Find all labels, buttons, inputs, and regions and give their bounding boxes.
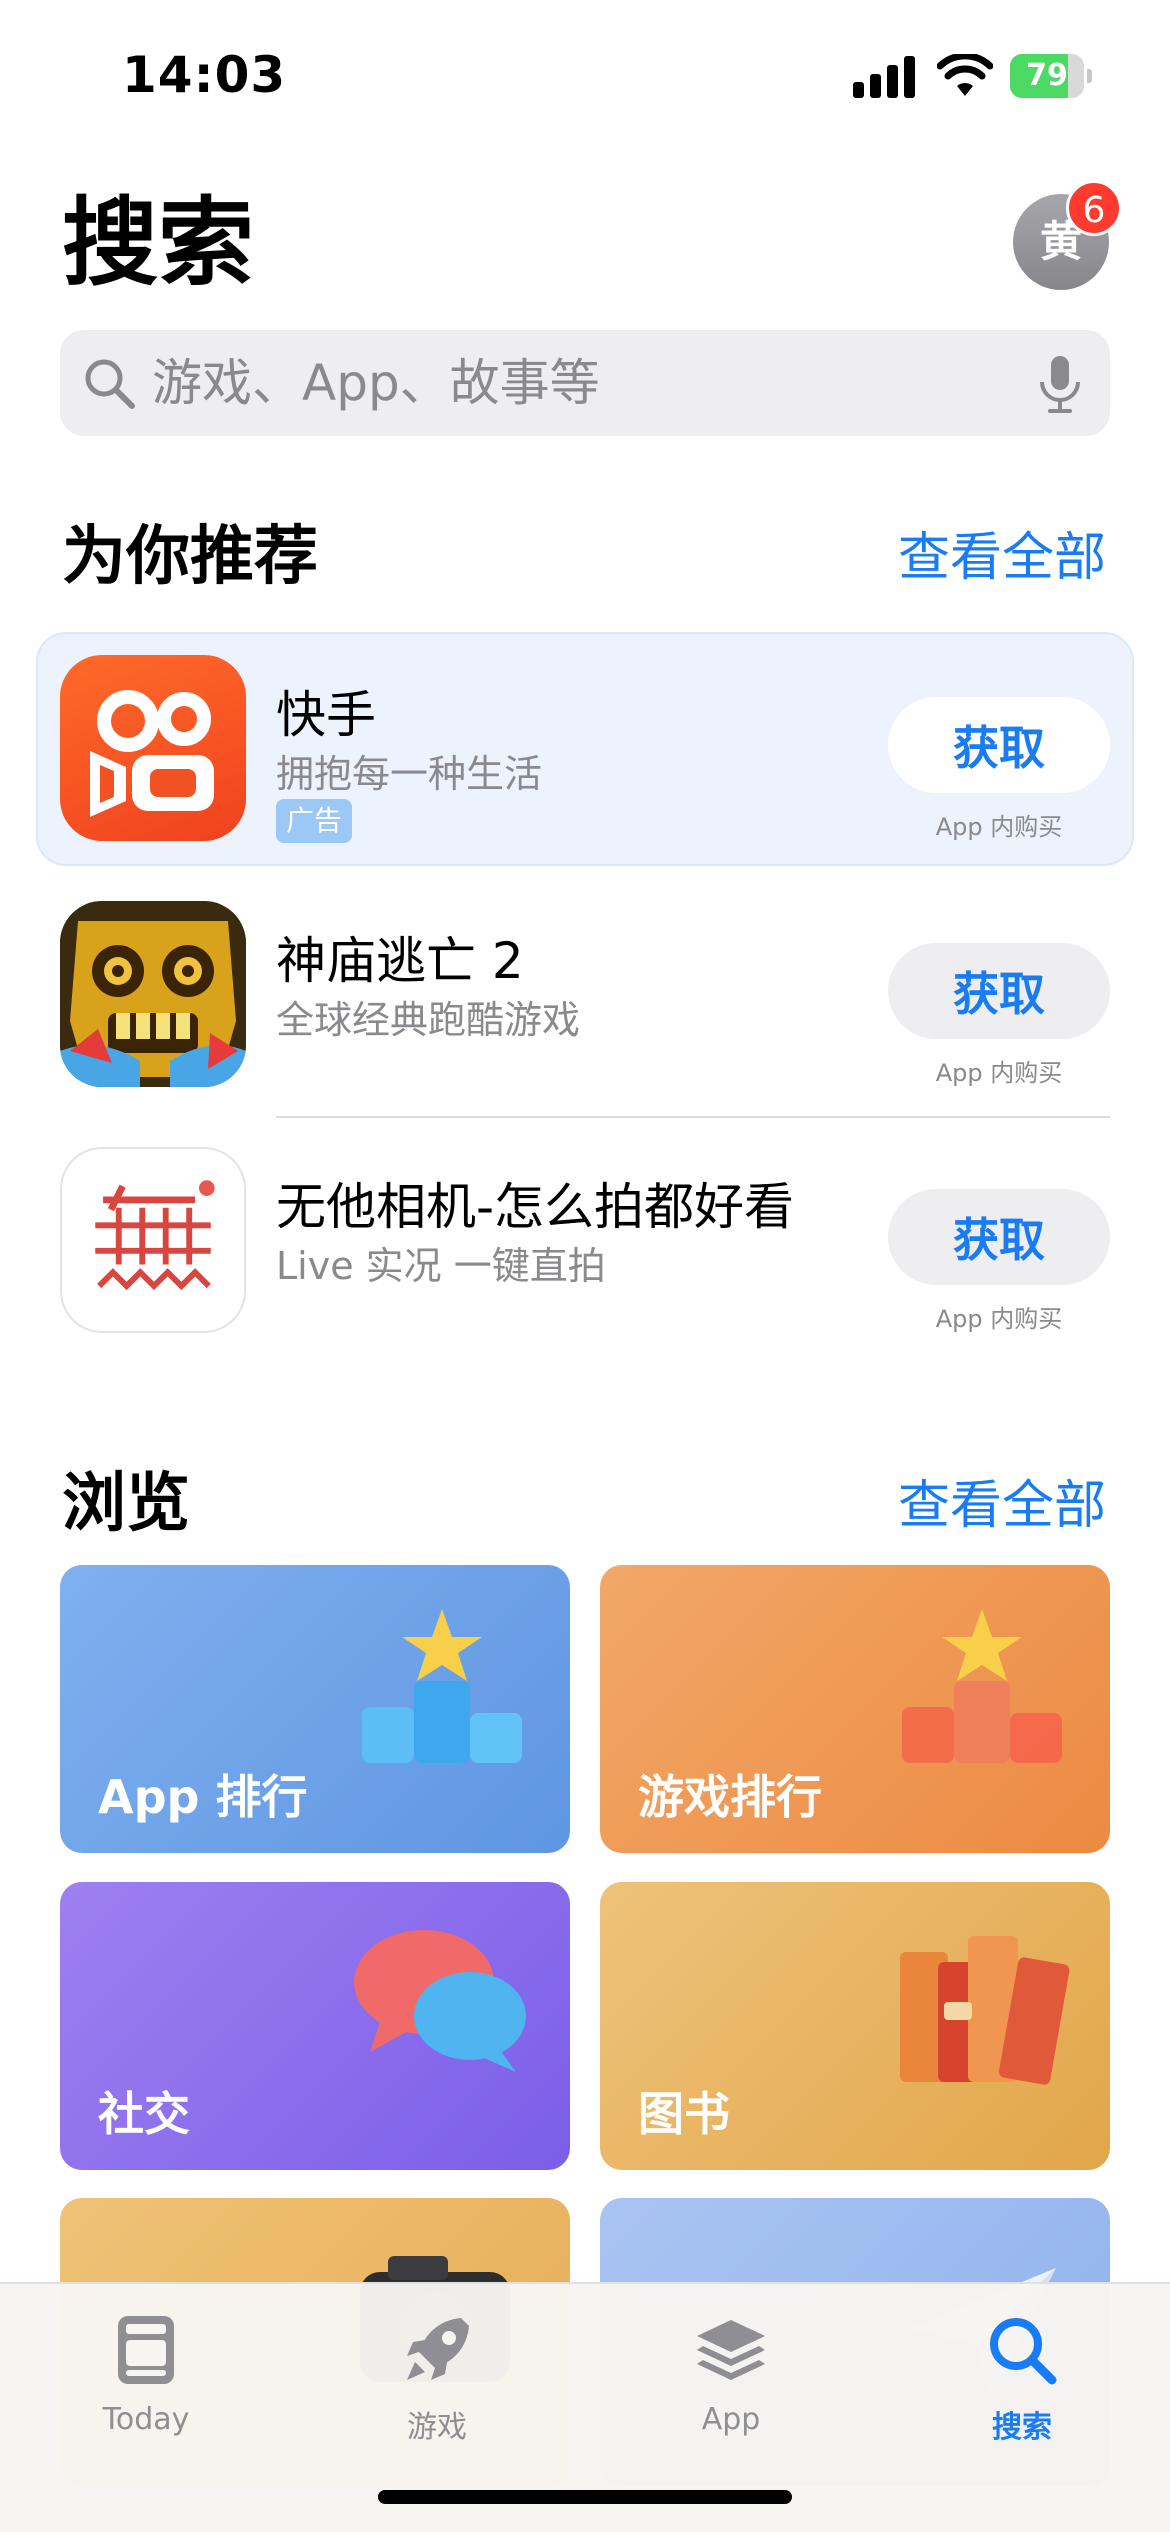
app-subtitle: Live 实况 一键直拍 bbox=[276, 1244, 606, 1288]
tile-label: 社交 bbox=[98, 2087, 190, 2141]
page-title: 搜索 bbox=[62, 187, 254, 299]
notification-badge: 6 bbox=[1066, 180, 1122, 236]
browse-section-title: 浏览 bbox=[62, 1467, 190, 1541]
microphone-icon[interactable] bbox=[1038, 354, 1082, 414]
podium-star-icon bbox=[362, 1609, 522, 1763]
in-app-purchase-note: App 内购买 bbox=[935, 813, 1063, 841]
wuta-camera-icon bbox=[60, 1147, 246, 1333]
get-button[interactable]: 获取 bbox=[888, 697, 1110, 793]
tab-label: 游戏 bbox=[407, 2410, 467, 2445]
browse-tile-books[interactable]: 图书 bbox=[600, 1882, 1110, 2170]
app-row-kuaishou[interactable]: 快手 拥抱每一种生活 广告 获取 App 内购买 bbox=[60, 655, 1110, 845]
app-row-temple-run[interactable]: 神庙逃亡 2 全球经典跑酷游戏 获取 App 内购买 bbox=[60, 901, 1110, 1091]
books-icon bbox=[900, 1936, 1070, 2085]
cellular-signal-icon bbox=[853, 56, 915, 98]
browse-tile-game-charts[interactable]: 游戏排行 bbox=[600, 1565, 1110, 1853]
status-bar: 14:03 79 bbox=[0, 0, 1170, 150]
app-subtitle: 拥抱每一种生活 bbox=[276, 752, 543, 796]
recommended-see-all-link[interactable]: 查看全部 bbox=[898, 515, 1106, 590]
tab-apps[interactable]: App bbox=[631, 2298, 831, 2458]
get-button[interactable]: 获取 bbox=[888, 943, 1110, 1039]
app-name: 无他相机-怎么拍都好看 bbox=[276, 1178, 795, 1236]
wifi-icon bbox=[937, 54, 993, 96]
app-name: 快手 bbox=[276, 686, 376, 744]
row-divider bbox=[276, 1116, 1110, 1118]
tile-label: 图书 bbox=[638, 2087, 730, 2141]
home-indicator bbox=[378, 2490, 792, 2504]
tab-label: 搜索 bbox=[992, 2410, 1052, 2445]
rocket-icon bbox=[407, 2318, 469, 2380]
get-button[interactable]: 获取 bbox=[888, 1189, 1110, 1285]
in-app-purchase-note: App 内购买 bbox=[935, 1305, 1063, 1333]
tab-search[interactable]: 搜索 bbox=[922, 2298, 1122, 2458]
tab-today[interactable]: Today bbox=[46, 2298, 246, 2458]
today-icon bbox=[118, 2316, 174, 2384]
chat-bubbles-icon bbox=[354, 1930, 526, 2072]
search-bar[interactable] bbox=[60, 330, 1110, 436]
app-name: 神庙逃亡 2 bbox=[276, 932, 524, 990]
tile-label: App 排行 bbox=[98, 1770, 308, 1824]
battery-indicator: 79 bbox=[1010, 54, 1092, 98]
status-time: 14:03 bbox=[122, 46, 287, 104]
tab-games[interactable]: 游戏 bbox=[337, 2298, 537, 2458]
tab-label: App bbox=[701, 2402, 761, 2437]
browse-see-all-link[interactable]: 查看全部 bbox=[898, 1463, 1106, 1538]
search-input[interactable] bbox=[152, 330, 1012, 436]
ad-badge: 广告 bbox=[276, 799, 353, 843]
tile-label: 游戏排行 bbox=[638, 1770, 822, 1824]
podium-star-icon bbox=[902, 1609, 1062, 1763]
search-icon bbox=[85, 359, 135, 409]
recommended-section-title: 为你推荐 bbox=[62, 520, 318, 594]
layers-icon bbox=[697, 2320, 765, 2380]
browse-tile-app-charts[interactable]: App 排行 bbox=[60, 1565, 570, 1853]
in-app-purchase-note: App 内购买 bbox=[935, 1059, 1063, 1087]
search-icon bbox=[990, 2318, 1057, 2385]
tab-label: Today bbox=[102, 2402, 190, 2437]
battery-percent: 79 bbox=[1026, 58, 1068, 93]
app-row-wuta-camera[interactable]: 无他相机-怎么拍都好看 Live 实况 一键直拍 获取 App 内购买 bbox=[60, 1147, 1110, 1337]
temple-run-icon bbox=[60, 901, 246, 1087]
app-subtitle: 全球经典跑酷游戏 bbox=[276, 998, 581, 1042]
kuaishou-icon bbox=[60, 655, 246, 841]
browse-tile-social[interactable]: 社交 bbox=[60, 1882, 570, 2170]
